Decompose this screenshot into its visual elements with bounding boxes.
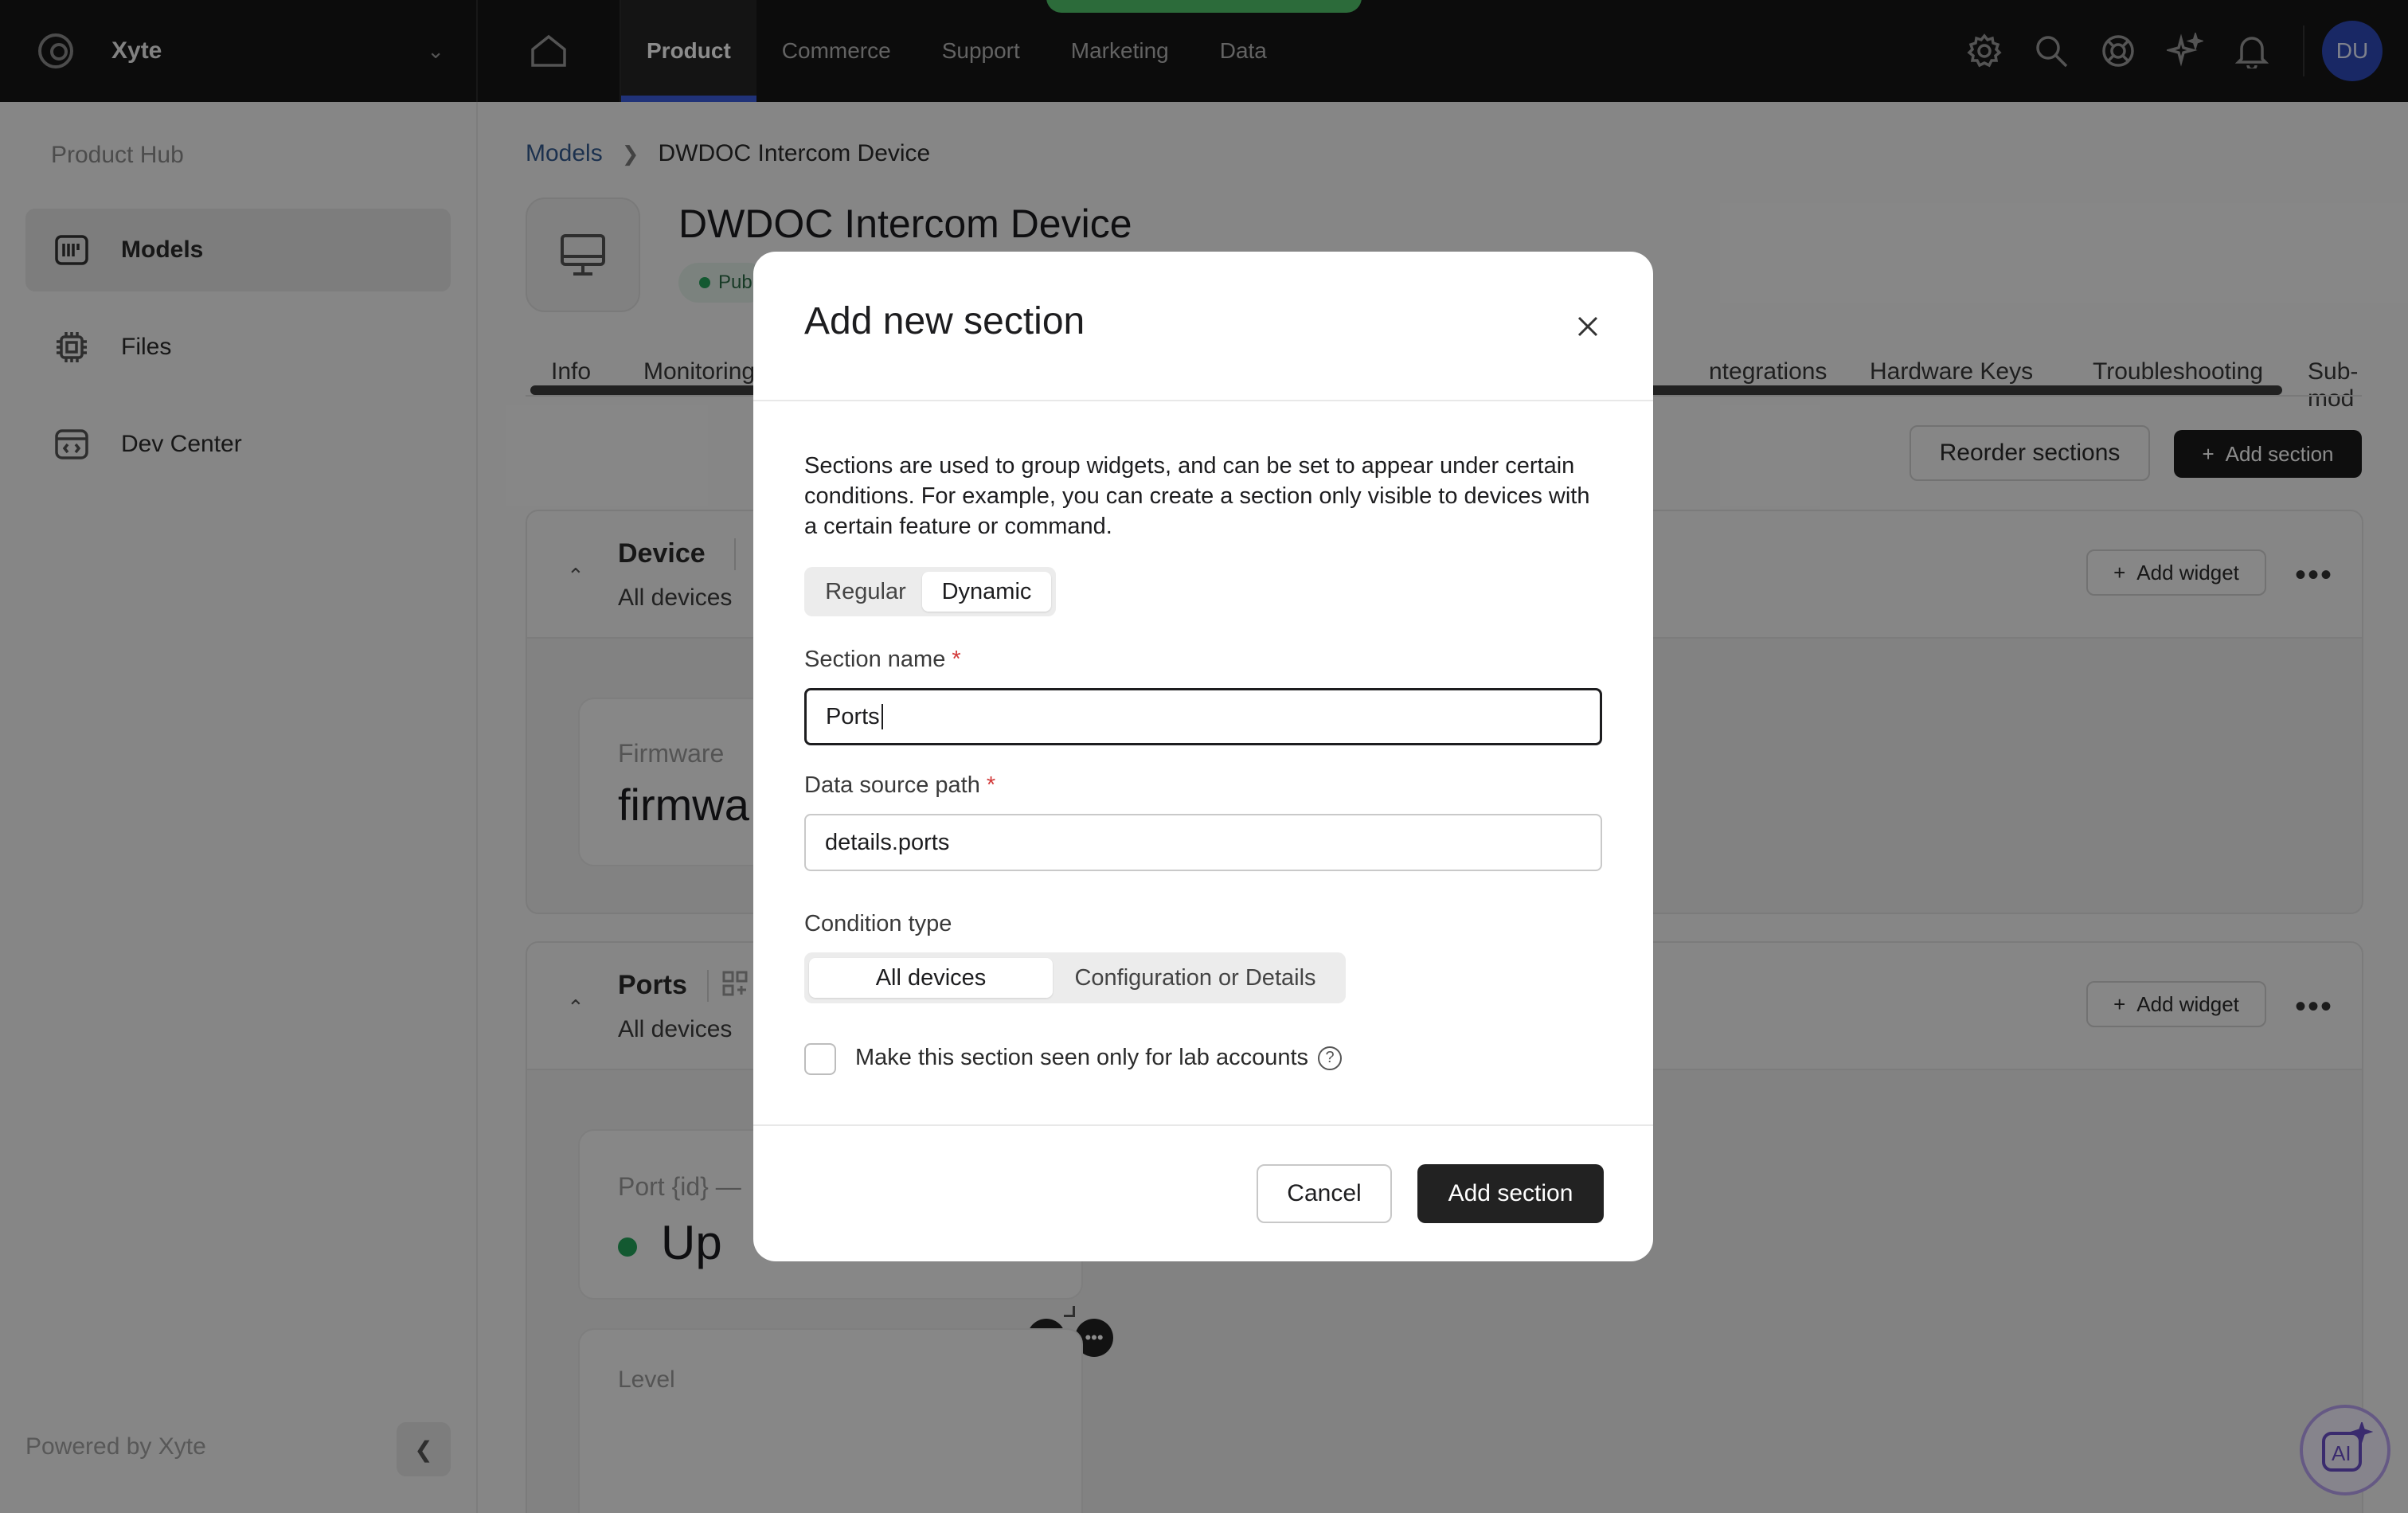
data-source-label: Data source path * xyxy=(804,772,995,799)
dialog-description: Sections are used to group widgets, and … xyxy=(804,453,1590,539)
section-name-label: Section name * xyxy=(804,647,961,673)
required-mark: * xyxy=(952,647,961,672)
cancel-button[interactable]: Cancel xyxy=(1257,1164,1392,1223)
condition-type-label: Condition type xyxy=(804,911,952,936)
add-section-dialog: Add new section Sections are used to gro… xyxy=(753,252,1653,1261)
condition-all-devices-option[interactable]: All devices xyxy=(809,958,1053,998)
type-regular-option[interactable]: Regular xyxy=(809,572,922,612)
input-value: Ports xyxy=(826,703,880,729)
label-text: Section name xyxy=(804,647,946,672)
section-name-input[interactable]: Ports xyxy=(804,688,1602,745)
submit-add-section-button[interactable]: Add section xyxy=(1417,1164,1604,1223)
text-caret xyxy=(881,704,883,729)
label-text: Make this section seen only for lab acco… xyxy=(855,1045,1309,1070)
condition-config-option[interactable]: Configuration or Details xyxy=(1053,958,1338,998)
section-type-toggle: Regular Dynamic xyxy=(804,567,1056,616)
input-value: details.ports xyxy=(825,829,950,855)
close-icon xyxy=(1577,316,1598,337)
lab-only-checkbox[interactable] xyxy=(804,1043,836,1075)
label-text: Data source path xyxy=(804,772,980,798)
required-mark: * xyxy=(986,772,996,798)
help-circle-icon[interactable]: ? xyxy=(1318,1046,1343,1070)
close-button[interactable] xyxy=(1570,309,1605,344)
condition-type-toggle: All devices Configuration or Details xyxy=(804,952,1346,1003)
data-source-input[interactable]: details.ports xyxy=(804,814,1602,871)
dialog-title: Add new section xyxy=(804,300,1085,342)
lab-only-label: Make this section seen only for lab acco… xyxy=(855,1045,1343,1071)
type-dynamic-option[interactable]: Dynamic xyxy=(922,572,1051,612)
dialog-divider xyxy=(753,400,1653,401)
dialog-footer-divider xyxy=(753,1124,1653,1126)
